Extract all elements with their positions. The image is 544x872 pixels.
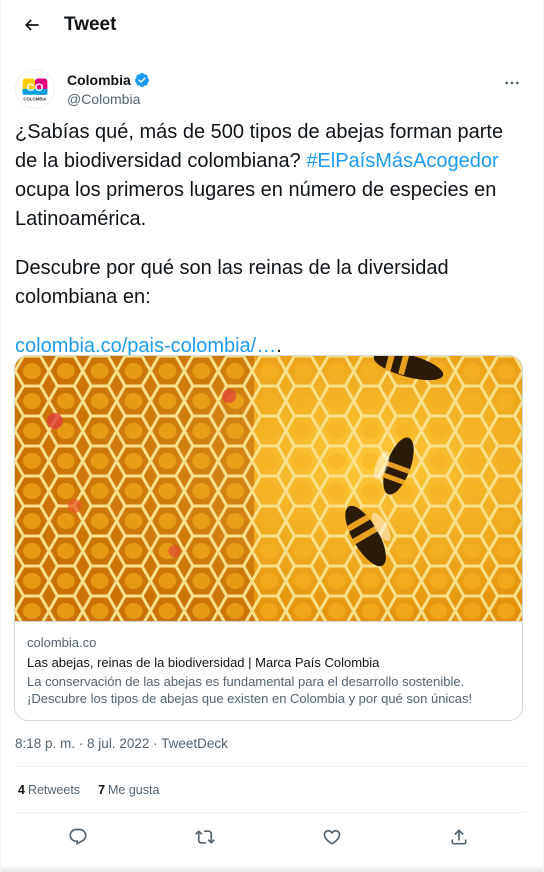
avatar[interactable]: CO COLOMBIA: [15, 69, 55, 109]
author-handle[interactable]: @Colombia: [67, 91, 150, 107]
author-names: Colombia @Colombia: [67, 72, 150, 107]
bottom-edge: [1, 866, 543, 872]
retweets-stat[interactable]: 4 Retweets: [18, 783, 80, 797]
more-horizontal-icon: [505, 81, 519, 85]
reply-button[interactable]: [61, 820, 95, 854]
arrow-left-icon: [24, 19, 39, 31]
share-icon: [451, 829, 467, 845]
card-description-2: ¡Descubre los tipos de abejas que existe…: [27, 691, 473, 706]
tweet-source[interactable]: TweetDeck: [161, 736, 228, 751]
like-button[interactable]: [315, 820, 349, 854]
card-title: Las abejas, reinas de la biodiversidad |…: [27, 655, 380, 670]
tweet-meta: 8:18 p. m. · 8 jul. 2022 · TweetDeck: [15, 736, 228, 751]
tweet-author: CO COLOMBIA Colombia @Colombia: [1, 60, 543, 118]
tweet-text: ¿Sabías qué, más de 500 tipos de abejas …: [15, 121, 504, 357]
retweet-button[interactable]: [188, 820, 222, 854]
svg-text:CO: CO: [26, 82, 43, 94]
retweet-icon: [195, 830, 215, 844]
page-title: Tweet: [64, 14, 117, 35]
page-header: Tweet: [1, 0, 543, 50]
card-description-1: La conservación de las abejas es fundame…: [27, 674, 465, 689]
heart-icon: [323, 829, 341, 845]
card-domain: colombia.co: [27, 635, 97, 650]
more-options-button[interactable]: [497, 68, 527, 98]
tweet-actions: [1, 820, 544, 856]
divider: [15, 766, 527, 767]
colombia-logo-icon: CO COLOMBIA: [16, 70, 54, 108]
tweet-url-link[interactable]: colombia.co/pais-colombia/…: [15, 335, 276, 357]
card-image-honeycomb-bees: [15, 356, 522, 621]
card-body: colombia.co Las abejas, reinas de la bio…: [15, 621, 522, 707]
tweet-stats: 4 Retweets 7 Me gusta: [18, 783, 177, 797]
hashtag-link[interactable]: #ElPaísMásAcogedor: [306, 150, 498, 172]
tweet-date[interactable]: 8 jul. 2022: [87, 736, 149, 751]
reply-icon: [69, 828, 87, 846]
share-button[interactable]: [442, 820, 476, 854]
verified-badge-icon: [134, 72, 149, 87]
svg-text:COLOMBIA: COLOMBIA: [23, 96, 46, 101]
tweet-page: Tweet CO COLOMBIA Colombia @Colombia ¿Sa…: [0, 0, 544, 872]
back-button[interactable]: [15, 8, 49, 42]
author-display-name[interactable]: Colombia: [67, 72, 131, 88]
link-preview-card[interactable]: colombia.co Las abejas, reinas de la bio…: [14, 355, 523, 721]
divider: [15, 812, 527, 813]
tweet-time[interactable]: 8:18 p. m.: [15, 736, 75, 751]
likes-stat[interactable]: 7 Me gusta: [98, 783, 159, 797]
